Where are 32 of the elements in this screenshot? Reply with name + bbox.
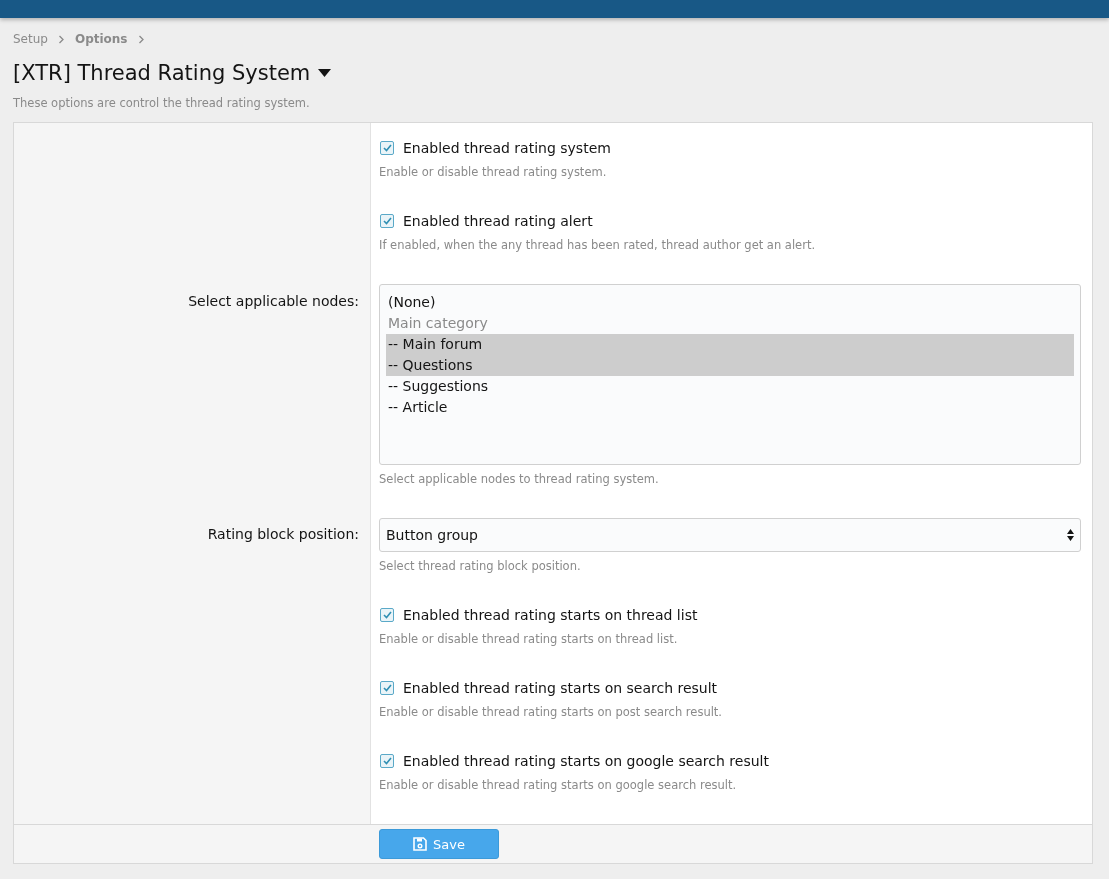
field-label: Select applicable nodes: [187,293,359,309]
option-hint: Select thread rating block position. [379,558,582,574]
chevron-right-icon [137,34,145,44]
checkbox-label[interactable]: Enabled thread rating starts on search result [403,680,718,696]
listbox-option[interactable]: -- Suggestions [386,376,1074,397]
checkbox[interactable] [380,608,394,622]
listbox-option[interactable]: (None) [386,292,1074,313]
sort-arrows-icon [1067,529,1074,541]
checkbox[interactable] [380,681,394,695]
option-hint: Enable or disable thread rating starts on google search result. [379,777,738,793]
listbox-option[interactable]: -- Article [386,397,1074,418]
checkbox[interactable] [380,141,394,155]
checkbox-label[interactable]: Enabled thread rating starts on thread list [403,607,698,623]
option-hint: Enable or disable thread rating system. [379,164,608,180]
field-label: Rating block position: [206,526,359,542]
option-hint: Enable or disable thread rating starts on thread list. [379,631,679,647]
listbox-option[interactable]: -- Questions [386,355,1074,376]
option-hint: If enabled, when the any thread has been rated, thread author get an alert. [379,237,817,253]
option-hint: Select applicable nodes to thread rating system. [379,471,660,487]
checkbox-label[interactable]: Enabled thread rating system [403,140,611,156]
caret-icon[interactable] [318,69,332,77]
page-title: [XTR] Thread Rating System [13,61,311,85]
page-description: These options are control the thread rating system. [13,96,311,110]
position-dropdown[interactable]: Button group [379,518,1081,552]
checkbox-label[interactable]: Enabled thread rating starts on google search result [403,753,769,769]
checkbox-label[interactable]: Enabled thread rating alert [403,213,593,229]
listbox-option: Main category [386,313,1074,334]
checkbox[interactable] [380,754,394,768]
checkbox[interactable] [380,214,394,228]
listbox-option[interactable]: -- Main forum [386,334,1074,355]
chevron-right-icon [57,34,65,44]
option-hint: Enable or disable thread rating starts on post search result. [379,704,724,720]
